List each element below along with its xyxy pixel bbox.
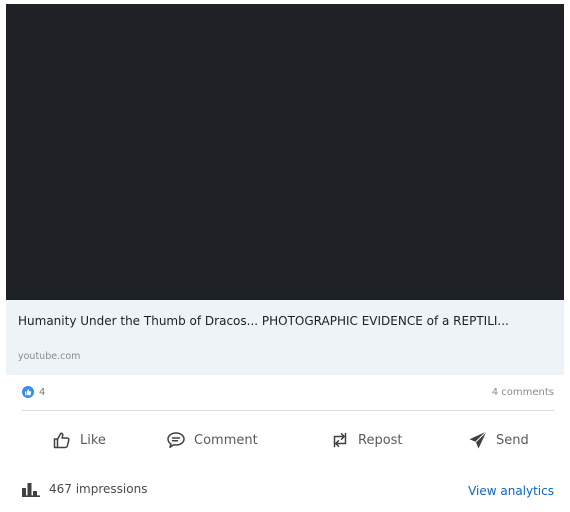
- paper-plane-icon: [469, 431, 487, 449]
- action-bar: Like Comment Repost Send: [22, 422, 554, 458]
- like-button[interactable]: Like: [52, 422, 106, 458]
- reactions-number: 4: [39, 386, 46, 398]
- link-preview[interactable]: Humanity Under the Thumb of Dracos... PH…: [6, 300, 564, 375]
- impressions-label: 467 impressions: [49, 482, 148, 496]
- post-card: Humanity Under the Thumb of Dracos... PH…: [0, 0, 570, 512]
- divider: [22, 410, 554, 411]
- repost-button[interactable]: Repost: [330, 422, 403, 458]
- view-analytics-link[interactable]: View analytics: [468, 484, 554, 498]
- thumbs-up-icon: [53, 432, 70, 449]
- comment-bubble-icon: [167, 432, 185, 448]
- social-counts: 4 4 comments: [22, 384, 554, 404]
- link-domain: youtube.com: [18, 351, 81, 362]
- reactions-count[interactable]: 4: [22, 386, 45, 398]
- send-button[interactable]: Send: [468, 422, 529, 458]
- video-thumbnail[interactable]: [6, 4, 564, 300]
- bar-chart-icon: [22, 483, 40, 497]
- comments-count[interactable]: 4 comments: [492, 387, 554, 398]
- comment-button[interactable]: Comment: [166, 422, 258, 458]
- send-label: Send: [496, 432, 529, 448]
- repost-arrows-icon: [333, 432, 347, 448]
- impressions: 467 impressions: [22, 481, 147, 497]
- like-label: Like: [80, 432, 106, 448]
- link-title[interactable]: Humanity Under the Thumb of Dracos... PH…: [18, 312, 538, 330]
- repost-label: Repost: [358, 432, 403, 448]
- comment-label: Comment: [194, 432, 258, 448]
- post-footer: 467 impressions View analytics: [22, 479, 554, 503]
- like-reaction-icon: [22, 386, 34, 398]
